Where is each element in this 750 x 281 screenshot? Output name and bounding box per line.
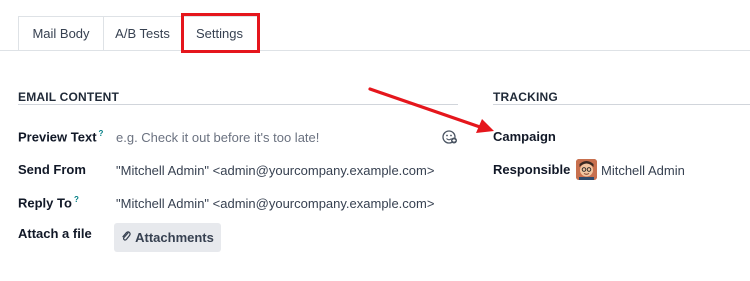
preview-text-tooltip[interactable]: ? <box>99 129 104 138</box>
tab-ab-tests[interactable]: A/B Tests <box>103 16 182 50</box>
reply-to-label-text: Reply To <box>18 195 72 211</box>
email-content-title: EMAIL CONTENT <box>18 90 120 104</box>
notebook-tabs: Mail Body A/B Tests Settings <box>0 0 750 51</box>
responsible-value[interactable]: Mitchell Admin <box>601 163 685 178</box>
avatar <box>576 159 597 180</box>
campaign-label: Campaign <box>493 129 556 144</box>
attachments-button-label: Attachments <box>135 230 214 245</box>
send-from-label: Send From <box>18 162 86 177</box>
reply-to-tooltip[interactable]: ? <box>74 195 79 204</box>
tab-mail-body[interactable]: Mail Body <box>18 16 104 50</box>
preview-text-label-text: Preview Text <box>18 129 97 145</box>
tracking-divider <box>493 104 750 105</box>
tab-settings[interactable]: Settings <box>181 16 258 51</box>
tracking-title: TRACKING <box>493 90 558 104</box>
attachments-button[interactable]: Attachments <box>114 223 221 252</box>
responsible-label: Responsible <box>493 162 571 177</box>
annotation-arrow <box>368 87 494 133</box>
preview-text-label: Preview Text? <box>18 129 103 144</box>
attach-file-label: Attach a file <box>18 226 92 241</box>
send-from-field[interactable]: "Mitchell Admin" <admin@yourcompany.exam… <box>116 163 434 178</box>
preview-text-input[interactable]: e.g. Check it out before it's too late! <box>116 130 319 145</box>
reply-to-label: Reply To? <box>18 195 79 210</box>
reply-to-field[interactable]: "Mitchell Admin" <admin@yourcompany.exam… <box>116 196 434 211</box>
email-content-divider <box>18 104 458 105</box>
paperclip-icon <box>121 230 131 245</box>
emoji-icon[interactable] <box>442 129 458 145</box>
